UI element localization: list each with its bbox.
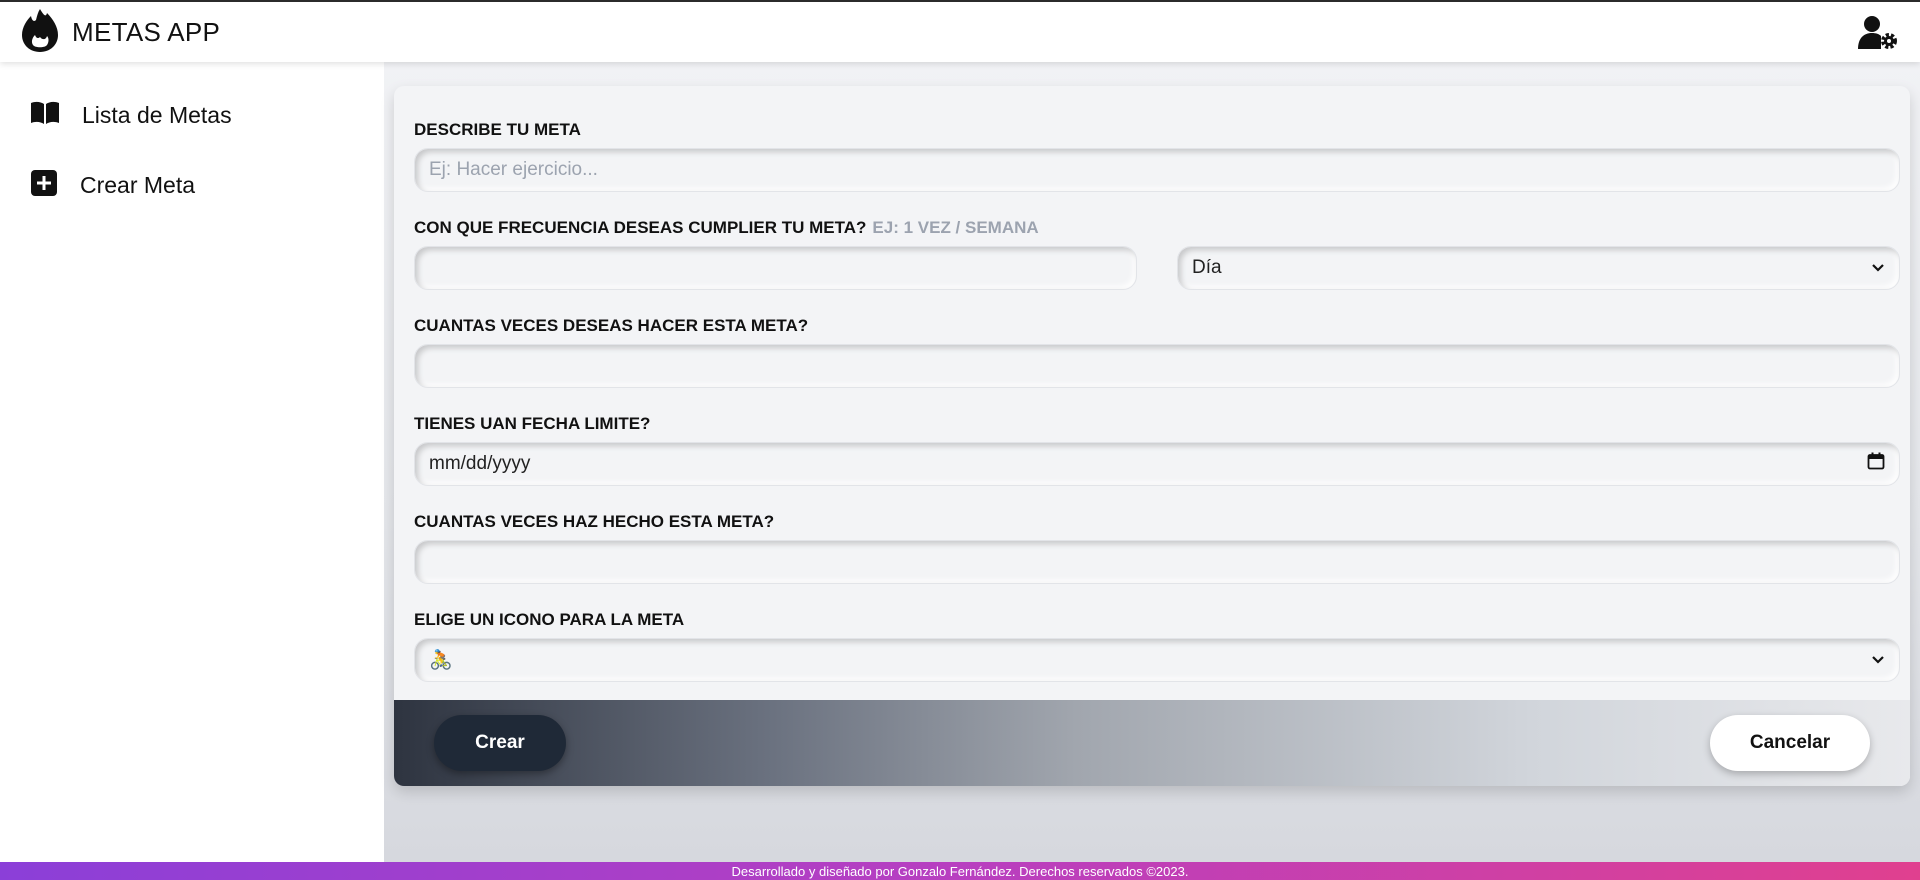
bicycle-icon: 🚴 (429, 650, 453, 671)
frequency-label-text: CON QUE FRECUENCIA DESEAS CUMPLIER TU ME… (414, 218, 867, 237)
icon-select[interactable]: 🚴 (414, 638, 1900, 682)
calendar-icon[interactable] (1867, 452, 1885, 476)
describe-input[interactable]: Ej: Hacer ejercicio... (414, 148, 1900, 192)
app-header: METAS APP (0, 0, 1920, 62)
footer-credits: Desarrollado y diseñado por Gonzalo Fern… (731, 863, 1189, 879)
chevron-down-icon (1871, 257, 1885, 279)
plus-square-icon (30, 169, 58, 202)
chevron-down-icon (1871, 649, 1885, 671)
icon-label: ELIGE UN ICONO PARA LA META (414, 610, 685, 629)
user-settings-icon[interactable] (1856, 12, 1900, 52)
deadline-date-input[interactable]: mm/dd/yyyy (414, 442, 1900, 486)
brand[interactable]: METAS APP (20, 7, 220, 58)
describe-label: DESCRIBE TU META (414, 120, 581, 139)
app-title: METAS APP (72, 16, 221, 47)
done-count-label: CUANTAS VECES HAZ HECHO ESTA META? (414, 512, 775, 531)
goal-count-label: CUANTAS VECES DESEAS HACER ESTA META? (414, 316, 809, 335)
page-footer: Desarrollado y diseñado por Gonzalo Fern… (0, 862, 1920, 880)
frequency-row: Día (414, 238, 1900, 308)
cancel-button[interactable]: Cancelar (1710, 715, 1870, 771)
frequency-input[interactable] (414, 246, 1137, 290)
flame-logo-icon (20, 7, 60, 58)
sidebar-item-label: Lista de Metas (82, 101, 232, 128)
goal-form: DESCRIBE TU META Ej: Hacer ejercicio... … (394, 86, 1910, 682)
create-button[interactable]: Crear (434, 715, 566, 771)
describe-placeholder: Ej: Hacer ejercicio... (429, 159, 598, 180)
done-count-input[interactable] (414, 540, 1900, 584)
sidebar: Lista de Metas Crear Meta (0, 62, 384, 862)
deadline-placeholder: mm/dd/yyyy (429, 453, 531, 474)
sidebar-item-crear-meta[interactable]: Crear Meta (0, 150, 384, 220)
goal-count-input[interactable] (414, 344, 1900, 388)
period-selected: Día (1192, 257, 1222, 278)
sidebar-item-label: Crear Meta (80, 171, 196, 198)
frequency-hint: EJ: 1 VEZ / SEMANA (872, 218, 1039, 237)
period-select[interactable]: Día (1177, 246, 1900, 290)
form-actions-bar: Crear Cancelar (394, 700, 1910, 786)
deadline-label: TIENES UAN FECHA LIMITE? (414, 414, 651, 433)
book-open-icon (30, 101, 60, 130)
main-content: DESCRIBE TU META Ej: Hacer ejercicio... … (384, 62, 1920, 862)
sidebar-item-lista-de-metas[interactable]: Lista de Metas (0, 80, 384, 150)
frequency-label: CON QUE FRECUENCIA DESEAS CUMPLIER TU ME… (414, 210, 1900, 238)
create-goal-card: DESCRIBE TU META Ej: Hacer ejercicio... … (394, 86, 1910, 786)
